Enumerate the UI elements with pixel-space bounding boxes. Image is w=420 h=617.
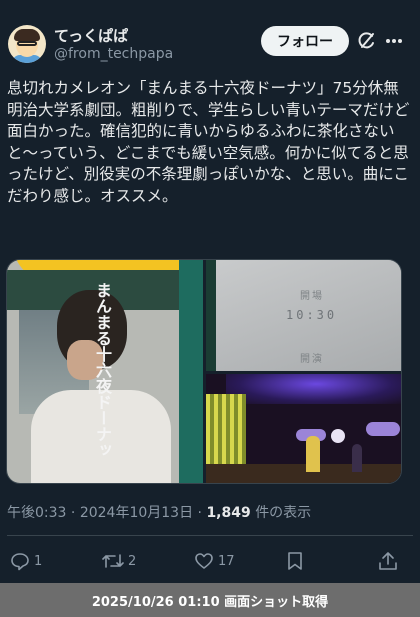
follow-button[interactable]: フォロー (261, 26, 349, 56)
reply-count: 1 (34, 553, 43, 569)
reply-button[interactable]: 1 (10, 546, 42, 576)
repost-icon (102, 554, 124, 568)
share-button[interactable] (378, 546, 398, 576)
user-handle[interactable]: @from_techpapa (54, 46, 173, 62)
ticket-open-label: 開場 (300, 291, 324, 302)
like-count: 17 (218, 553, 235, 569)
media-image-poster[interactable]: まんまる十六夜ドーナッ (7, 260, 203, 483)
divider (7, 535, 413, 536)
poster-title: まんまる十六夜ドーナッ (93, 282, 112, 458)
more-icon[interactable] (386, 39, 402, 44)
bookmark-icon (288, 552, 302, 570)
media-image-ticket[interactable]: 開場 10:30 開演 (206, 260, 401, 371)
bookmark-button[interactable] (286, 546, 304, 576)
media-grid: まんまる十六夜ドーナッ 開場 10:30 開演 (6, 259, 402, 484)
view-count: 1,849 (206, 505, 251, 521)
action-bar: 1 2 17 (0, 546, 420, 576)
like-button[interactable]: 17 (194, 546, 235, 576)
tweet-header: てっくぱぱ @from_techpapa フォロー (0, 0, 420, 66)
display-name[interactable]: てっくぱぱ (54, 25, 128, 46)
tweet-date[interactable]: 2024年10月13日 (80, 505, 193, 521)
avatar[interactable] (8, 25, 46, 63)
share-icon (379, 552, 397, 570)
tweet-time[interactable]: 午後0:33 (7, 505, 66, 521)
ticket-time: 10:30 (286, 308, 338, 322)
screenshot-caption: 2025/10/26 01:10 画面ショット取得 (0, 583, 420, 617)
tweet-meta: 午後0:33 · 2024年10月13日 · 1,849 件の表示 (7, 502, 311, 522)
tweet-text: 息切れカメレオン「まんまる十六夜ドーナツ」75分休無 明治大学系劇団。粗削りで、… (7, 79, 410, 205)
view-count-suffix: 件の表示 (255, 505, 312, 521)
media-image-stage[interactable] (206, 374, 401, 483)
heart-icon (195, 553, 213, 569)
repost-count: 2 (128, 553, 137, 569)
meta-separator: · (197, 505, 202, 521)
repost-button[interactable]: 2 (102, 546, 136, 576)
grok-icon[interactable] (358, 32, 376, 50)
meta-separator: · (70, 505, 76, 521)
reply-icon (11, 553, 29, 571)
ticket-start-label: 開演 (300, 354, 324, 365)
